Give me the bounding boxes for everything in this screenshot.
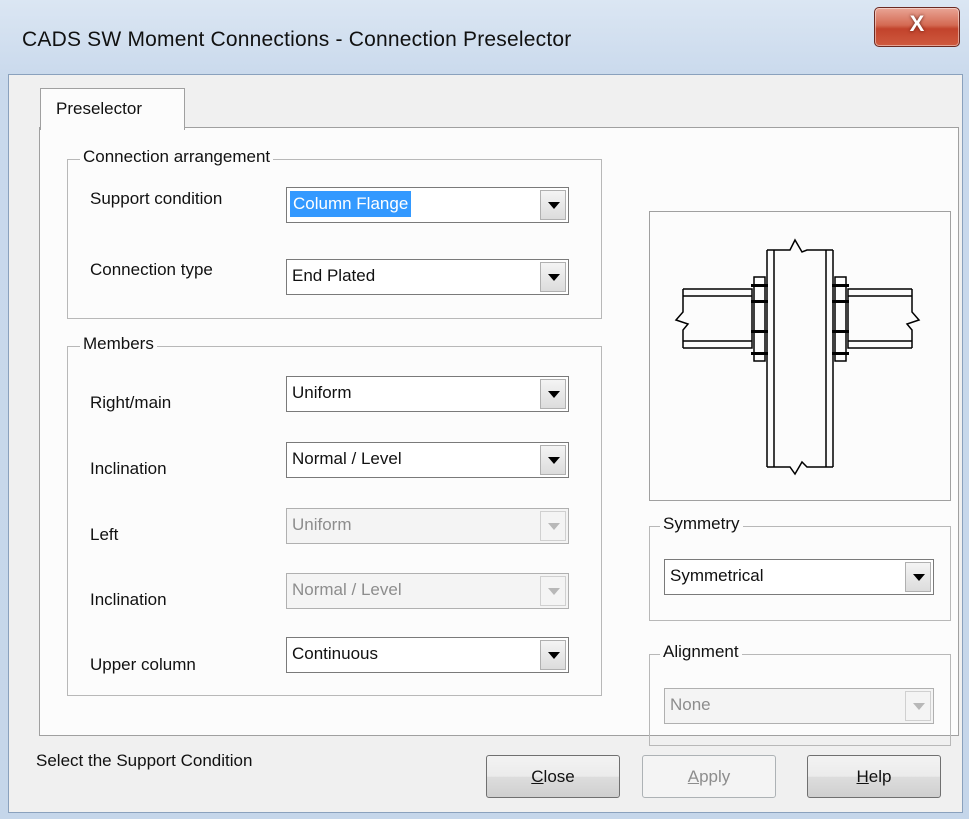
chevron-down-icon[interactable] [905,562,931,592]
support-condition-select[interactable]: Column Flange [286,187,569,223]
left-select: Uniform [286,508,569,544]
group-members: Members Right/main Uniform Inclination N… [67,334,602,696]
support-condition-value: Column Flange [290,191,412,217]
group-connection-arrangement: Connection arrangement Support condition… [67,147,602,319]
group-legend: Alignment [660,642,742,662]
inclination-left-select: Normal / Level [286,573,569,609]
tab-label: Preselector [56,99,142,118]
close-button[interactable]: Close [486,755,620,798]
window-title: CADS SW Moment Connections - Connection … [22,28,572,51]
right-main-select[interactable]: Uniform [286,376,569,412]
chevron-down-icon[interactable] [540,379,566,409]
group-alignment: Alignment None [649,642,951,746]
upper-column-label: Upper column [90,655,196,674]
alignment-value: None [670,695,711,714]
dialog-window: CADS SW Moment Connections - Connection … [0,0,969,819]
chevron-down-icon[interactable] [540,190,566,220]
connection-diagram-icon [674,238,921,476]
connection-type-select[interactable]: End Plated [286,259,569,295]
chevron-down-icon [540,576,566,606]
upper-column-value: Continuous [292,644,379,663]
inclination-right-select[interactable]: Normal / Level [286,442,569,478]
chevron-down-icon[interactable] [540,445,566,475]
help-mnemonic: H [856,767,869,786]
group-legend: Symmetry [660,514,743,534]
right-main-value: Uniform [292,383,352,402]
close-mnemonic: C [531,767,544,786]
group-legend: Connection arrangement [80,147,274,167]
window-close-button[interactable]: X [874,7,960,47]
apply-button: Apply [642,755,776,798]
chevron-down-icon [905,691,931,721]
status-text: Select the Support Condition [36,751,253,770]
tab-panel-preselector: Connection arrangement Support condition… [39,127,959,746]
inclination-right-value: Normal / Level [292,449,402,468]
inclination-left-value: Normal / Level [292,580,402,599]
chevron-down-icon[interactable] [540,640,566,670]
right-main-label: Right/main [90,393,172,412]
symmetry-value: Symmetrical [670,566,764,585]
help-button[interactable]: Help [807,755,941,798]
left-value: Uniform [292,515,352,534]
connection-type-value: End Plated [292,266,376,285]
connection-preview [649,211,951,501]
tab-preselector[interactable]: Preselector [40,88,185,130]
inclination-right-label: Inclination [90,459,167,478]
apply-mnemonic: A [687,767,700,786]
left-label: Left [90,525,119,544]
inclination-left-label: Inclination [90,590,167,609]
group-legend: Members [80,334,157,354]
group-symmetry: Symmetry Symmetrical [649,514,951,621]
connection-type-label: Connection type [90,260,213,279]
upper-column-select[interactable]: Continuous [286,637,569,673]
dialog-client-area: Preselector Connection arrangement Suppo… [8,74,963,813]
chevron-down-icon[interactable] [540,262,566,292]
alignment-select: None [664,688,934,724]
chevron-down-icon [540,511,566,541]
title-bar[interactable]: CADS SW Moment Connections - Connection … [0,0,969,74]
support-condition-label: Support condition [90,189,223,208]
close-icon: X [909,11,925,36]
symmetry-select[interactable]: Symmetrical [664,559,934,595]
